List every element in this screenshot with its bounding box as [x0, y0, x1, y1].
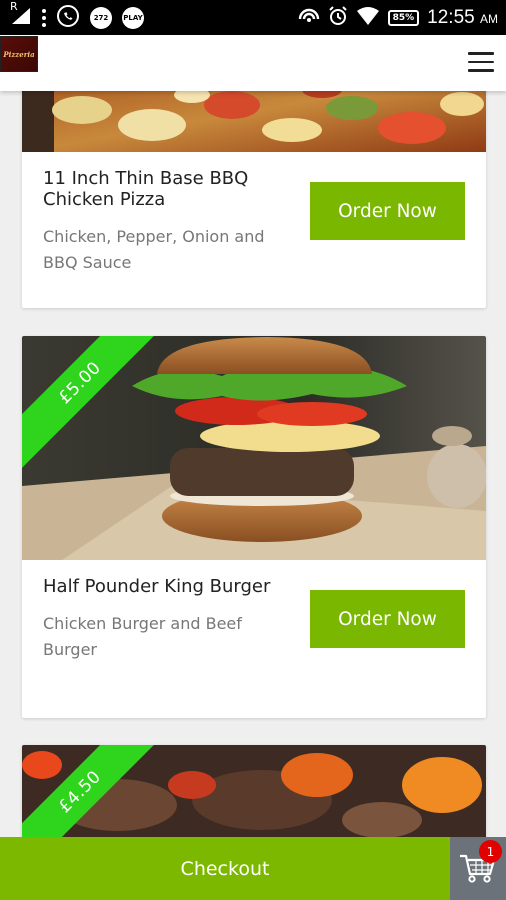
product-title: 11 Inch Thin Base BBQ Chicken Pizza — [43, 168, 249, 210]
status-right: 85% 12:55 AM — [298, 5, 498, 30]
status-left: R 272 PLAY — [10, 0, 144, 35]
wifi-signal-icon — [356, 6, 380, 30]
order-now-button[interactable]: Order Now — [310, 590, 465, 648]
product-card: 11 Inch Thin Base BBQ Chicken Pizza Chic… — [22, 70, 486, 308]
cart-count-badge: 1 — [479, 840, 502, 863]
alarm-icon — [328, 5, 348, 30]
carrier-badge: R — [10, 0, 18, 13]
status-bar: R 272 PLAY 85% 12:55 AM — [0, 0, 506, 35]
clock-time: 12:55 — [427, 6, 475, 28]
hamburger-menu-icon[interactable] — [468, 51, 494, 73]
clock: 12:55 AM — [427, 7, 498, 29]
battery-indicator: 85% — [387, 9, 420, 26]
overflow-dots-icon — [42, 8, 46, 27]
product-card: £5.00 Half Pounder King Burger Chicken B… — [22, 336, 486, 718]
brand-logo[interactable]: Pizzeria — [0, 36, 38, 72]
order-now-button[interactable]: Order Now — [310, 182, 465, 240]
logo-text: Pizzeria — [3, 49, 35, 59]
app-header: Pizzeria — [0, 35, 506, 91]
product-card: £4.50 — [22, 745, 486, 845]
product-info: 11 Inch Thin Base BBQ Chicken Pizza Chic… — [22, 152, 486, 276]
product-title: Half Pounder King Burger — [43, 576, 271, 597]
signal-icon: R — [10, 0, 32, 29]
product-description: Chicken Burger and Beef Burger — [43, 614, 242, 659]
product-image-kebab: £4.50 — [22, 745, 486, 845]
product-info: Half Pounder King Burger Chicken Burger … — [22, 560, 486, 663]
hotspot-icon — [298, 7, 320, 29]
checkout-button[interactable]: Checkout — [0, 837, 450, 900]
cart-button[interactable]: 1 — [450, 837, 506, 900]
notification-272-icon: 272 — [90, 6, 112, 29]
clock-suffix: AM — [480, 11, 498, 26]
product-description: Chicken, Pepper, Onion and BBQ Sauce — [43, 227, 265, 272]
notification-play-icon: PLAY — [122, 6, 144, 29]
product-image-burger: £5.00 — [22, 336, 486, 560]
whatsapp-icon — [56, 4, 80, 32]
